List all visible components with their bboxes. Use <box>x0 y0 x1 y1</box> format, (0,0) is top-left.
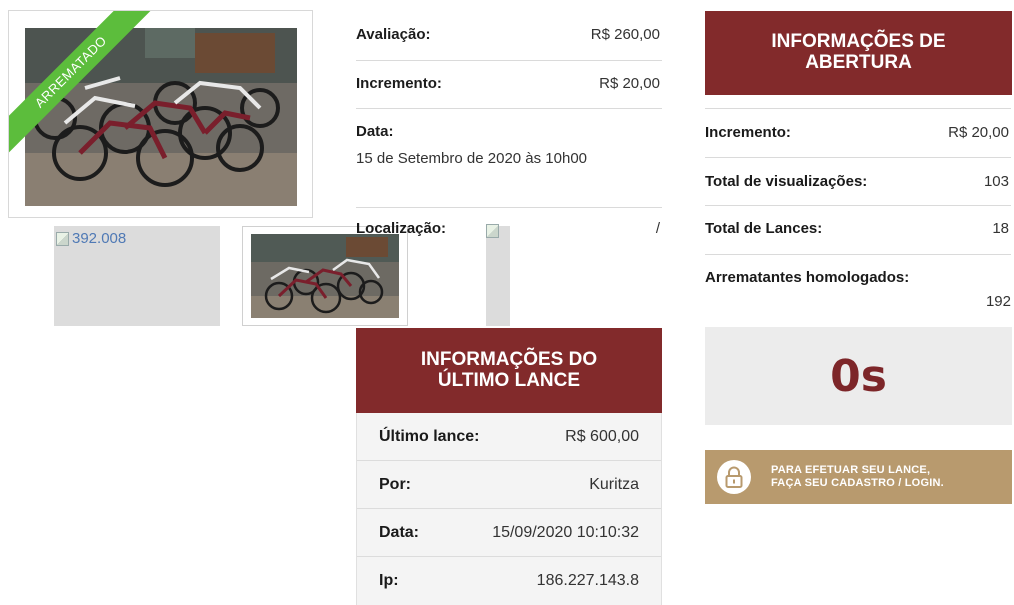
views-value: 103 <box>983 173 1009 190</box>
last-bid-amount-label: Último lance: <box>379 428 480 445</box>
last-bid-user-row: Por: Kuritza <box>357 461 661 509</box>
main-lot-photo[interactable]: ARREMATADO <box>8 10 313 218</box>
bicycles-thumbnail-photo <box>251 234 399 318</box>
increment-label: Incremento: <box>356 75 442 92</box>
bids-count-label: Total de Lances: <box>705 220 823 237</box>
sold-badge-label: ARREMATADO <box>9 11 166 167</box>
opening-increment-row: Incremento: R$ 20,00 <box>705 108 1011 158</box>
thumbnail-alt-text: 392.008 <box>72 230 127 247</box>
approved-bidders-row: Arrematantes homologados: 192 <box>705 255 1012 321</box>
last-bid-date-row: Data: 15/09/2020 10:10:32 <box>357 509 661 557</box>
opening-info-title: INFORMAÇÕES DE ABERTURA <box>771 31 946 73</box>
evaluation-label: Avaliação: <box>356 26 431 43</box>
thumbnail-3[interactable] <box>486 226 510 326</box>
date-value: 15 de Setembro de 2020 às 10h00 <box>356 150 588 167</box>
broken-image-icon <box>56 231 69 246</box>
sold-badge: ARREMATADO <box>9 11 169 171</box>
date-label: Data: <box>356 123 394 140</box>
countdown-timer: 0s <box>705 327 1012 425</box>
thumbnail-1[interactable]: 392.008 <box>54 226 220 326</box>
lock-icon <box>717 460 751 494</box>
last-bid-ip-value: 186.227.143.8 <box>536 572 639 589</box>
location-map-icon <box>486 224 499 238</box>
last-bid-ip-label: Ip: <box>379 572 399 589</box>
opening-increment-value: R$ 20,00 <box>948 124 1009 141</box>
login-cta-line2: FAÇA SEU CADASTRO / LOGIN. <box>771 477 944 489</box>
increment-value: R$ 20,00 <box>599 75 660 92</box>
last-bid-user-label: Por: <box>379 476 411 493</box>
last-bid-amount-value: R$ 600,00 <box>565 428 639 445</box>
last-bid-header: INFORMAÇÕES DO ÚLTIMO LANCE <box>356 328 662 413</box>
last-bid-amount-row: Último lance: R$ 600,00 <box>357 413 661 461</box>
last-bid-date-label: Data: <box>379 524 420 541</box>
date-row: Data: 15 de Setembro de 2020 às 10h00 <box>356 109 662 208</box>
evaluation-row: Avaliação: R$ 260,00 <box>356 14 662 61</box>
login-to-bid-button[interactable]: PARA EFETUAR SEU LANCE, FAÇA SEU CADASTR… <box>705 450 1012 504</box>
increment-row: Incremento: R$ 20,00 <box>356 61 662 109</box>
location-value: / <box>655 220 660 237</box>
login-cta-line1: PARA EFETUAR SEU LANCE, <box>771 464 931 476</box>
location-row: Localização: / <box>356 208 662 238</box>
evaluation-value: R$ 260,00 <box>590 26 660 43</box>
approved-bidders-value: 192 <box>985 293 1011 310</box>
opening-increment-label: Incremento: <box>705 124 791 141</box>
location-label: Localização: <box>356 220 447 237</box>
bids-count-row: Total de Lances: 18 <box>705 206 1011 255</box>
last-bid-user-value: Kuritza <box>589 476 639 493</box>
last-bid-date-value: 15/09/2020 10:10:32 <box>492 524 639 541</box>
views-label: Total de visualizações: <box>705 173 868 190</box>
bids-count-value: 18 <box>992 220 1009 237</box>
last-bid-ip-row: Ip: 186.227.143.8 <box>357 557 661 605</box>
thumbnail-2[interactable] <box>242 226 408 326</box>
last-bid-table: Último lance: R$ 600,00 Por: Kuritza Dat… <box>356 413 662 605</box>
views-row: Total de visualizações: 103 <box>705 157 1011 206</box>
opening-info-header: INFORMAÇÕES DE ABERTURA <box>705 11 1012 95</box>
countdown-value: 0s <box>830 350 887 402</box>
last-bid-title: INFORMAÇÕES DO ÚLTIMO LANCE <box>420 348 598 391</box>
approved-bidders-label: Arrematantes homologados: <box>705 269 910 286</box>
